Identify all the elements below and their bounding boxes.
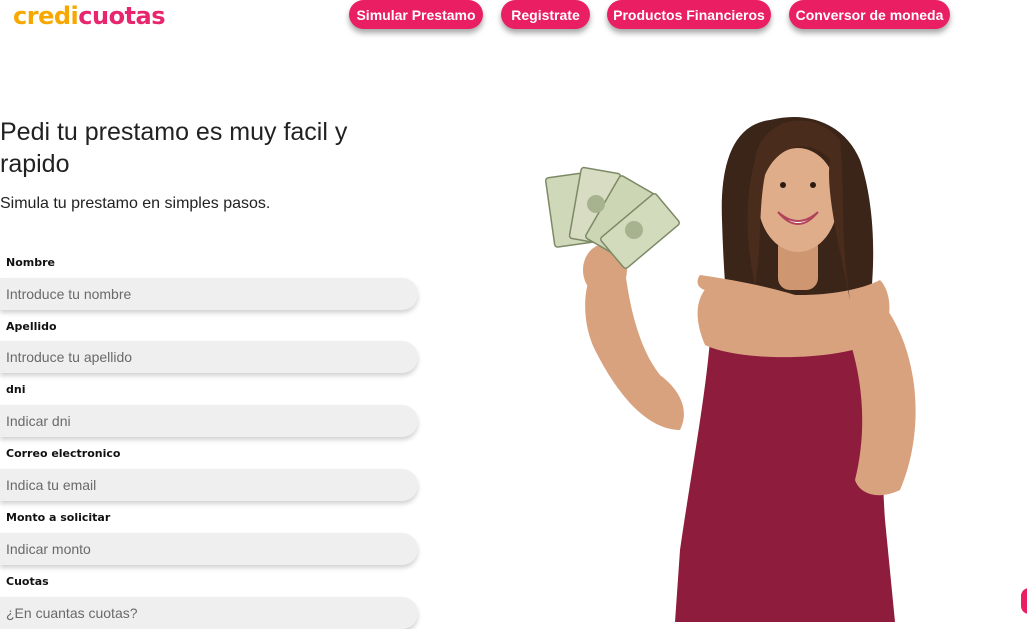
dni-label: dni <box>6 383 26 396</box>
dni-input[interactable] <box>0 405 418 437</box>
correo-electronico-label: Correo electronico <box>6 447 121 460</box>
cuotas-label: Cuotas <box>6 575 49 588</box>
hero-title: Pedi tu prestamo es muy facil y rapido <box>0 118 348 178</box>
cuotas-input[interactable] <box>0 597 418 629</box>
apellido-input[interactable] <box>0 341 418 373</box>
brand-logo-part2: cuotas <box>78 2 166 30</box>
scroll-to-top-button[interactable] <box>1021 588 1027 614</box>
email-input[interactable] <box>0 469 418 501</box>
nav-simular-prestamo-button[interactable]: Simular Prestamo <box>349 0 483 29</box>
nav-productos-financieros-button[interactable]: Productos Financieros <box>607 0 771 29</box>
brand-logo-part1: credi <box>13 2 79 30</box>
nav-registrate-button[interactable]: Registrate <box>501 0 590 29</box>
nav-conversor-de-moneda-button[interactable]: Conversor de moneda <box>789 0 950 29</box>
monto-input[interactable] <box>0 533 418 565</box>
nombre-input[interactable] <box>0 278 418 310</box>
apellido-label: Apellido <box>6 320 57 333</box>
monto-label: Monto a solicitar <box>6 511 111 524</box>
woman-holding-money-illustration <box>544 116 916 622</box>
nombre-label: Nombre <box>6 256 55 269</box>
brand-logo[interactable]: credicuotas <box>13 2 166 30</box>
hero-subtitle: Simula tu prestamo en simples pasos. <box>0 195 271 212</box>
